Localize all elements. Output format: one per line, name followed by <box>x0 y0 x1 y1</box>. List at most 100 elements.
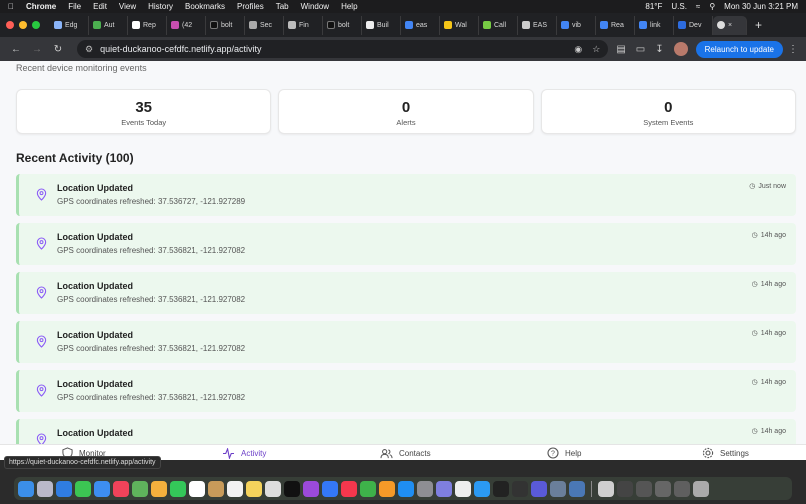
tv-icon[interactable] <box>284 480 300 497</box>
menu-history[interactable]: History <box>148 2 173 11</box>
maps-icon[interactable] <box>132 480 148 497</box>
address-url[interactable]: quiet-duckanoo-cefdfc.netlify.app/activi… <box>100 44 261 54</box>
nav-settings[interactable]: Settings <box>702 445 749 461</box>
activity-item[interactable]: Location Updated GPS coordinates refresh… <box>16 370 796 412</box>
settings-icon[interactable] <box>417 480 433 497</box>
reminders-icon[interactable] <box>227 480 243 497</box>
mail-icon[interactable] <box>94 480 110 497</box>
pages-icon[interactable] <box>379 480 395 497</box>
app-icon[interactable] <box>569 480 585 497</box>
freeform-icon[interactable] <box>265 480 281 497</box>
document-icon[interactable] <box>636 480 652 497</box>
browser-tab[interactable]: Fin <box>284 15 323 35</box>
app-icon[interactable] <box>550 480 566 497</box>
location-icon[interactable]: ◉ <box>574 44 582 55</box>
app-icon[interactable] <box>531 480 547 497</box>
activity-item[interactable]: Location Updated GPS coordinates refresh… <box>16 174 796 216</box>
zoom-window-button[interactable] <box>32 21 40 29</box>
menu-bookmarks[interactable]: Bookmarks <box>185 2 225 11</box>
browser-tab[interactable]: Rea <box>596 15 635 35</box>
document-icon[interactable] <box>655 480 671 497</box>
weather-temperature[interactable]: 81°F <box>645 2 662 11</box>
menu-profiles[interactable]: Profiles <box>237 2 264 11</box>
more-menu-icon[interactable]: ⋮ <box>788 44 798 55</box>
bookmark-star-icon[interactable]: ☆ <box>592 44 600 55</box>
menubar-datetime[interactable]: Mon 30 Jun 3:21 PM <box>724 2 798 11</box>
input-source[interactable]: U.S. <box>671 2 687 11</box>
stickies-icon[interactable] <box>246 480 262 497</box>
terminal-icon[interactable] <box>493 480 509 497</box>
browser-tab[interactable]: bolt <box>323 15 362 35</box>
browser-tab[interactable]: Call <box>479 15 518 35</box>
nav-contacts[interactable]: Contacts <box>380 445 431 461</box>
activity-time: ◷ 14h ago <box>752 231 786 240</box>
download-icon[interactable]: ↧ <box>655 44 663 55</box>
browser-tab[interactable]: Sec <box>245 15 284 35</box>
site-info-icon[interactable]: ⚙ <box>85 44 93 55</box>
menu-file[interactable]: File <box>68 2 81 11</box>
browser-tab[interactable]: Dev <box>674 15 713 35</box>
appstore-icon[interactable] <box>398 480 414 497</box>
browser-tab-active[interactable]: × <box>713 15 747 35</box>
browser-tab[interactable]: link <box>635 15 674 35</box>
apple-icon[interactable]:  <box>8 2 14 11</box>
chrome-icon[interactable] <box>455 480 471 497</box>
menu-app-name[interactable]: Chrome <box>26 2 56 11</box>
photos-icon[interactable] <box>151 480 167 497</box>
document-icon[interactable] <box>674 480 690 497</box>
music-icon[interactable] <box>113 480 129 497</box>
podcasts-icon[interactable] <box>303 480 319 497</box>
search-icon[interactable]: ⚲ <box>709 2 715 11</box>
browser-tab[interactable]: bolt <box>206 15 245 35</box>
forward-button[interactable]: → <box>29 44 45 55</box>
document-icon[interactable] <box>598 480 614 497</box>
menu-edit[interactable]: Edit <box>93 2 107 11</box>
app-icon[interactable] <box>436 480 452 497</box>
reload-button[interactable]: ↻ <box>50 44 66 55</box>
browser-tab[interactable]: Aut <box>89 15 128 35</box>
editor-icon[interactable] <box>474 480 490 497</box>
numbers-icon[interactable] <box>360 480 376 497</box>
close-tab-icon[interactable]: × <box>728 22 732 29</box>
keynote-icon[interactable] <box>322 480 338 497</box>
extensions-icon[interactable]: ▤ <box>616 44 625 55</box>
address-bar[interactable]: ⚙ quiet-duckanoo-cefdfc.netlify.app/acti… <box>77 40 609 58</box>
finder-icon[interactable] <box>18 480 34 497</box>
browser-tab[interactable]: (42 <box>167 15 206 35</box>
activity-item[interactable]: Location Updated GPS coordinates refresh… <box>16 272 796 314</box>
trash-icon[interactable] <box>693 480 709 497</box>
browser-tab[interactable]: EAS <box>518 15 557 35</box>
news-icon[interactable] <box>341 480 357 497</box>
browser-tab[interactable]: vib <box>557 15 596 35</box>
activity-item[interactable]: Location Updated ◷ 14h ago <box>16 419 796 444</box>
safari-icon[interactable] <box>56 480 72 497</box>
close-window-button[interactable] <box>6 21 14 29</box>
nav-activity[interactable]: Activity <box>222 445 266 461</box>
new-tab-button[interactable]: + <box>755 18 762 32</box>
notes-icon[interactable] <box>208 480 224 497</box>
messages-icon[interactable] <box>75 480 91 497</box>
back-button[interactable]: ← <box>8 44 24 55</box>
browser-tab[interactable]: Buil <box>362 15 401 35</box>
facetime-icon[interactable] <box>170 480 186 497</box>
document-icon[interactable] <box>617 480 633 497</box>
menu-window[interactable]: Window <box>301 2 329 11</box>
app-icon[interactable] <box>512 480 528 497</box>
minimize-window-button[interactable] <box>19 21 27 29</box>
browser-tab[interactable]: Edg <box>50 15 89 35</box>
activity-item[interactable]: Location Updated GPS coordinates refresh… <box>16 321 796 363</box>
browser-tab[interactable]: Rep <box>128 15 167 35</box>
nav-help[interactable]: ? Help <box>547 445 581 461</box>
activity-item[interactable]: Location Updated GPS coordinates refresh… <box>16 223 796 265</box>
menu-tab[interactable]: Tab <box>276 2 289 11</box>
sidepanel-icon[interactable]: ▭ <box>636 44 645 55</box>
wifi-icon[interactable]: ≈ <box>696 2 700 11</box>
browser-tab[interactable]: eas <box>401 15 440 35</box>
calendar-icon[interactable] <box>189 480 205 497</box>
profile-avatar[interactable] <box>673 42 688 56</box>
browser-tab[interactable]: Wal <box>440 15 479 35</box>
relaunch-update-button[interactable]: Relaunch to update <box>695 40 783 58</box>
menu-view[interactable]: View <box>119 2 136 11</box>
menu-help[interactable]: Help <box>341 2 357 11</box>
launchpad-icon[interactable] <box>37 480 53 497</box>
